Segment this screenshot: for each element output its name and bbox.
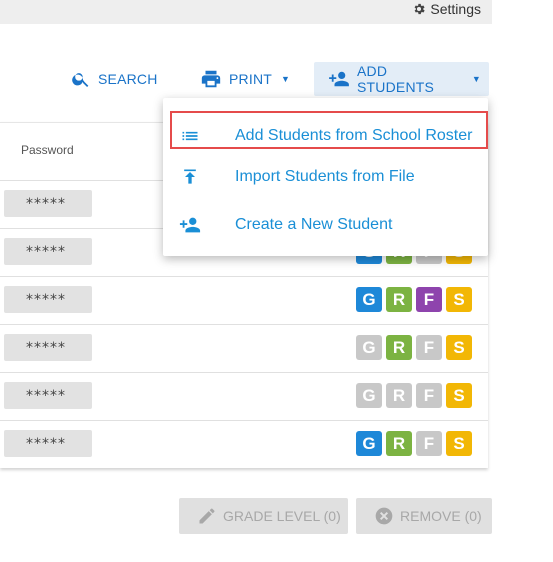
remove-button[interactable]: REMOVE (0) <box>356 498 492 534</box>
pencil-icon <box>199 508 215 524</box>
grade-level-label: GRADE LEVEL (0) <box>223 508 341 524</box>
table-row[interactable]: ***** G R F S <box>0 420 488 468</box>
password-field: ***** <box>4 190 92 217</box>
password-field: ***** <box>4 334 92 361</box>
password-field: ***** <box>4 382 92 409</box>
add-students-button[interactable]: ADD STUDENTS ▼ <box>314 62 489 96</box>
password-field: ***** <box>4 286 92 313</box>
settings-label: Settings <box>430 1 481 17</box>
badge-s[interactable]: S <box>446 431 472 456</box>
print-button[interactable]: PRINT ▼ <box>192 62 298 96</box>
badge-g[interactable]: G <box>356 431 382 456</box>
search-button[interactable]: SEARCH <box>63 62 166 96</box>
menu-item-label: Import Students from File <box>235 168 415 185</box>
remove-label: REMOVE (0) <box>400 508 482 524</box>
roster-page: { "header": { "settings_label": "Setting… <box>0 0 553 562</box>
badge-s[interactable]: S <box>446 335 472 360</box>
table-row[interactable]: ***** G R F S <box>0 372 488 420</box>
app-badges: G R F S <box>356 431 472 456</box>
badge-f[interactable]: F <box>416 383 442 408</box>
caret-down-icon: ▼ <box>471 74 481 84</box>
list-icon <box>182 131 198 141</box>
badge-s[interactable]: S <box>446 287 472 312</box>
add-students-label: ADD STUDENTS <box>357 63 435 95</box>
search-icon <box>72 73 89 87</box>
badge-g[interactable]: G <box>356 335 382 360</box>
badge-f[interactable]: F <box>416 287 442 312</box>
menu-item-import-file[interactable]: Import Students from File <box>163 155 488 199</box>
badge-g[interactable]: G <box>356 287 382 312</box>
add-person-icon <box>329 71 349 87</box>
badge-f[interactable]: F <box>416 335 442 360</box>
badge-s[interactable]: S <box>446 383 472 408</box>
badge-r[interactable]: R <box>386 287 412 312</box>
menu-item-label: Add Students from School Roster <box>235 127 473 144</box>
add-person-icon <box>179 217 201 233</box>
search-label: SEARCH <box>98 71 158 87</box>
table-row[interactable]: ***** G R F S <box>0 324 488 372</box>
app-badges: G R F S <box>356 287 472 312</box>
print-label: PRINT <box>229 71 272 87</box>
badge-r[interactable]: R <box>386 383 412 408</box>
badge-f[interactable]: F <box>416 431 442 456</box>
menu-item-add-from-roster[interactable]: Add Students from School Roster <box>163 114 488 158</box>
column-header-password: Password <box>21 143 74 157</box>
printer-icon <box>201 70 221 88</box>
badge-g[interactable]: G <box>356 383 382 408</box>
upload-icon <box>184 169 196 184</box>
table-row[interactable]: ***** G R F S <box>0 276 488 324</box>
badge-r[interactable]: R <box>386 431 412 456</box>
gear-icon <box>414 3 426 15</box>
settings-link[interactable]: Settings <box>412 0 481 18</box>
app-badges: G R F S <box>356 383 472 408</box>
password-field: ***** <box>4 430 92 457</box>
password-field: ***** <box>4 238 92 265</box>
add-students-menu: Add Students from School Roster Import S… <box>163 98 488 256</box>
caret-down-icon: ▼ <box>281 74 291 84</box>
grade-level-button[interactable]: GRADE LEVEL (0) <box>179 498 348 534</box>
cancel-circle-icon <box>375 507 393 525</box>
badge-r[interactable]: R <box>386 335 412 360</box>
app-badges: G R F S <box>356 335 472 360</box>
menu-item-create-student[interactable]: Create a New Student <box>163 203 488 247</box>
menu-item-label: Create a New Student <box>235 216 393 233</box>
